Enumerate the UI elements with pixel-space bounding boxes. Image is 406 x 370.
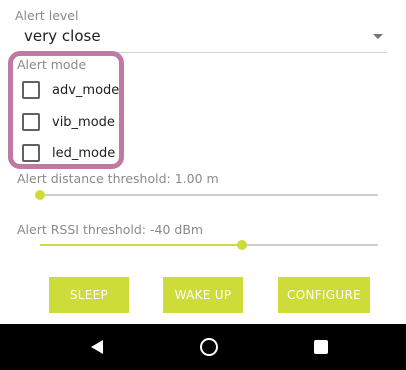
back-triangle-icon[interactable] [91, 340, 103, 354]
checkbox-box[interactable] [22, 144, 40, 162]
distance-slider-track[interactable] [40, 194, 378, 196]
chevron-down-icon[interactable] [373, 34, 383, 39]
checkbox-label: led_mode [52, 145, 116, 161]
checkbox-box[interactable] [22, 113, 40, 131]
checkbox-vib-mode[interactable]: vib_mode [22, 112, 115, 132]
wake-up-button[interactable]: WAKE UP [163, 277, 243, 313]
checkbox-led-mode[interactable]: led_mode [22, 143, 115, 163]
checkbox-box[interactable] [22, 81, 40, 99]
alert-level-label: Alert level [15, 8, 79, 23]
distance-threshold-label: Alert distance threshold: 1.00 m [17, 171, 219, 186]
checkbox-adv-mode[interactable]: adv_mode [22, 80, 119, 100]
alert-level-dropdown[interactable]: very close [24, 27, 101, 45]
distance-slider-thumb[interactable] [35, 190, 45, 200]
alert-mode-label: Alert mode [17, 57, 87, 72]
recents-square-icon[interactable] [314, 340, 328, 354]
system-nav-bar [0, 324, 406, 370]
home-circle-icon[interactable] [200, 338, 218, 356]
rssi-slider-thumb[interactable] [237, 240, 247, 250]
configure-button[interactable]: CONFIGURE [278, 277, 370, 313]
checkbox-label: adv_mode [52, 82, 120, 98]
checkbox-label: vib_mode [52, 114, 115, 130]
rssi-slider-fill [40, 244, 242, 246]
sleep-button[interactable]: SLEEP [49, 277, 129, 313]
rssi-threshold-label: Alert RSSI threshold: -40 dBm [17, 222, 204, 237]
